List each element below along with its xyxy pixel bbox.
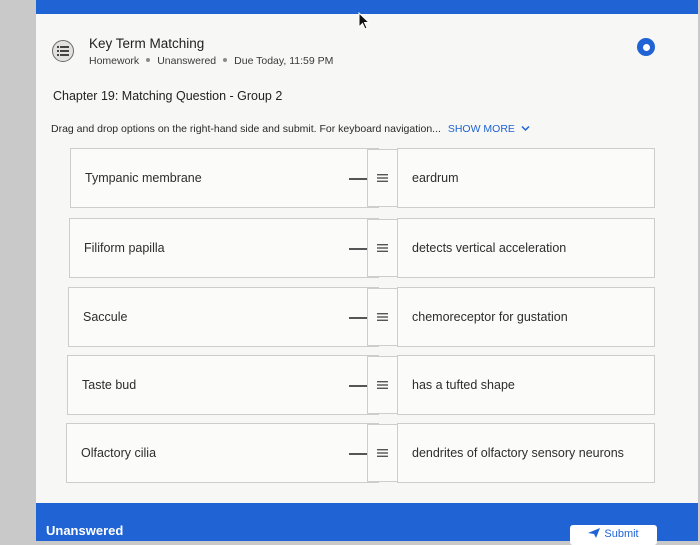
answer-label: detects vertical acceleration (412, 241, 567, 255)
drag-handle-icon[interactable] (367, 219, 397, 277)
term-label: Saccule (83, 310, 128, 324)
footer-status: Unanswered (46, 523, 124, 538)
drag-handle-icon[interactable] (367, 288, 397, 346)
meta-due: Due Today, 11:59 PM (234, 55, 334, 67)
show-more-link[interactable]: SHOW MORE (448, 123, 530, 135)
send-icon (588, 528, 601, 538)
drag-handle-icon[interactable] (367, 356, 397, 414)
term-box: Tympanic membrane (70, 148, 379, 208)
answer-option[interactable]: eardrum (397, 148, 655, 208)
footer-bar: Unanswered Submit (36, 503, 698, 545)
term-label: Taste bud (82, 378, 137, 392)
term-box: Saccule (68, 287, 379, 347)
match-connector (349, 317, 367, 319)
instructions: Drag and drop options on the right-hand … (51, 123, 530, 135)
answer-option[interactable]: dendrites of olfactory sensory neurons (397, 423, 655, 483)
question-title: Chapter 19: Matching Question - Group 2 (53, 89, 283, 103)
meta-type: Homework (89, 55, 140, 67)
term-box: Filiform papilla (69, 218, 379, 278)
assignment-meta: Homework Unanswered Due Today, 11:59 PM (89, 55, 333, 67)
answer-label: eardrum (412, 171, 459, 185)
assignment-page: Key Term Matching Homework Unanswered Due … (36, 0, 698, 545)
answer-label: chemoreceptor for gustation (412, 310, 568, 324)
term-label: Filiform papilla (84, 241, 165, 255)
answer-option[interactable]: has a tufted shape (397, 355, 655, 415)
term-label: Olfactory cilia (81, 446, 157, 460)
list-icon (52, 40, 74, 62)
instructions-text: Drag and drop options on the right-hand … (51, 123, 441, 135)
match-connector (349, 248, 367, 250)
answer-option[interactable]: detects vertical acceleration (397, 218, 655, 278)
match-connector (349, 385, 367, 387)
submit-button[interactable]: Submit (570, 525, 657, 545)
drag-handle-icon[interactable] (367, 424, 397, 482)
chevron-down-icon (521, 125, 530, 132)
match-connector (349, 178, 367, 180)
term-label: Tympanic membrane (85, 171, 202, 185)
answer-label: dendrites of olfactory sensory neurons (412, 446, 624, 460)
status-indicator-icon[interactable] (637, 38, 655, 56)
term-box: Taste bud (67, 355, 379, 415)
meta-status: Unanswered (157, 55, 217, 67)
answer-option[interactable]: chemoreceptor for gustation (397, 287, 655, 347)
term-box: Olfactory cilia (66, 423, 379, 483)
match-connector (349, 453, 367, 455)
mouse-cursor-icon (358, 12, 370, 30)
drag-handle-icon[interactable] (367, 149, 397, 207)
answer-label: has a tufted shape (412, 378, 515, 392)
assignment-title: Key Term Matching (89, 36, 205, 51)
